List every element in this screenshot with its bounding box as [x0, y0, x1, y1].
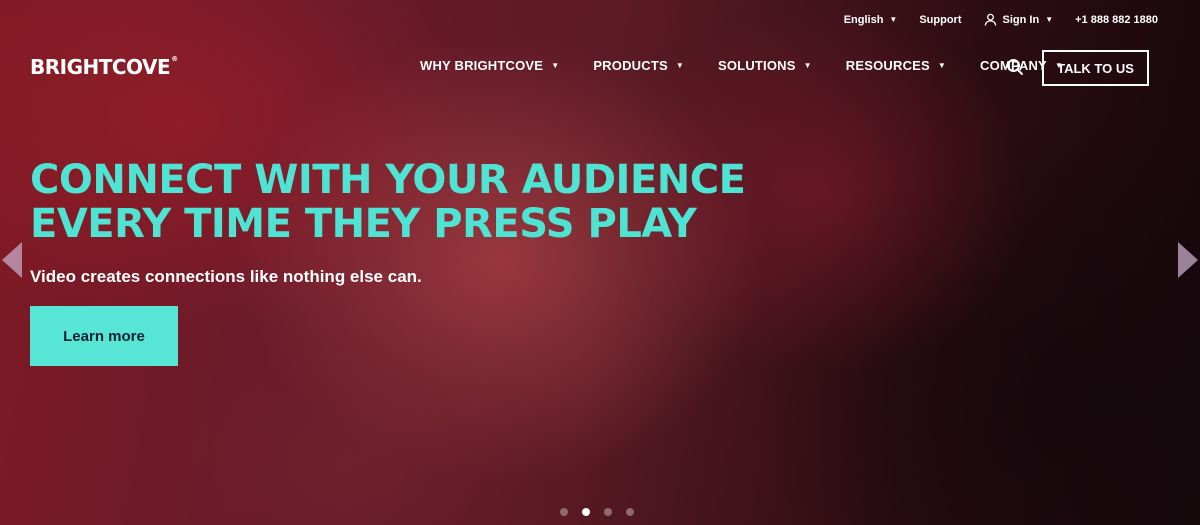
- carousel-prev-arrow-icon[interactable]: [2, 242, 22, 278]
- carousel-dot-1[interactable]: [560, 508, 568, 516]
- language-selector[interactable]: English ▼: [844, 14, 898, 26]
- sign-in-menu[interactable]: Sign In ▼: [984, 13, 1054, 26]
- hero-headline: CONNECT WITH YOUR AUDIENCE EVERY TIME TH…: [30, 157, 746, 247]
- sign-in-label: Sign In: [1002, 13, 1040, 26]
- user-icon: [984, 13, 996, 26]
- caret-down-icon: ▼: [937, 61, 947, 70]
- carousel-next-arrow-icon[interactable]: [1178, 242, 1198, 278]
- phone-number: +1 888 882 1880: [1075, 13, 1158, 26]
- registered-mark: ®: [171, 55, 178, 63]
- nav-item-why-brightcove[interactable]: WHY BRIGHTCOVE ▼: [420, 58, 559, 73]
- nav-label: RESOURCES: [845, 58, 930, 73]
- main-nav: WHY BRIGHTCOVE ▼ PRODUCTS ▼ SOLUTIONS ▼ …: [420, 58, 1063, 73]
- phone-link[interactable]: +1 888 882 1880: [1075, 14, 1158, 26]
- logo-text: BRIGHTCOVE: [30, 55, 171, 79]
- nav-label: SOLUTIONS: [718, 58, 796, 73]
- caret-down-icon: ▼: [1045, 15, 1054, 24]
- utility-bar: English ▼ Support Sign In ▼ +1 888 882 1…: [844, 13, 1158, 26]
- search-icon[interactable]: [1006, 58, 1024, 76]
- caret-down-icon: ▼: [803, 61, 812, 70]
- nav-item-resources[interactable]: RESOURCES ▼: [846, 58, 946, 73]
- brightcove-logo[interactable]: BRIGHTCOVE®: [30, 55, 178, 79]
- hero-background-image: [0, 0, 1200, 525]
- hero-subhead: Video creates connections like nothing e…: [30, 267, 422, 286]
- hero-banner: English ▼ Support Sign In ▼ +1 888 882 1…: [0, 0, 1200, 525]
- nav-item-solutions[interactable]: SOLUTIONS ▼: [718, 58, 812, 73]
- learn-more-button[interactable]: Learn more: [30, 306, 178, 366]
- support-label: Support: [919, 13, 962, 26]
- nav-label: WHY BRIGHTCOVE: [420, 58, 544, 73]
- nav-label: PRODUCTS: [593, 58, 668, 73]
- carousel-dot-3[interactable]: [604, 508, 612, 516]
- support-link[interactable]: Support: [919, 14, 961, 26]
- caret-down-icon: ▼: [889, 15, 898, 24]
- carousel-dot-2[interactable]: [582, 508, 590, 516]
- headline-line-2: EVERY TIME THEY PRESS PLAY: [30, 201, 697, 247]
- carousel-dot-4[interactable]: [626, 508, 634, 516]
- language-label: English: [843, 13, 884, 26]
- headline-line-1: CONNECT WITH YOUR AUDIENCE: [30, 157, 746, 203]
- talk-to-us-button[interactable]: TALK TO US: [1042, 50, 1149, 86]
- caret-down-icon: ▼: [551, 61, 560, 70]
- nav-item-products[interactable]: PRODUCTS ▼: [593, 58, 684, 73]
- caret-down-icon: ▼: [675, 61, 684, 70]
- carousel-dots: [560, 508, 634, 516]
